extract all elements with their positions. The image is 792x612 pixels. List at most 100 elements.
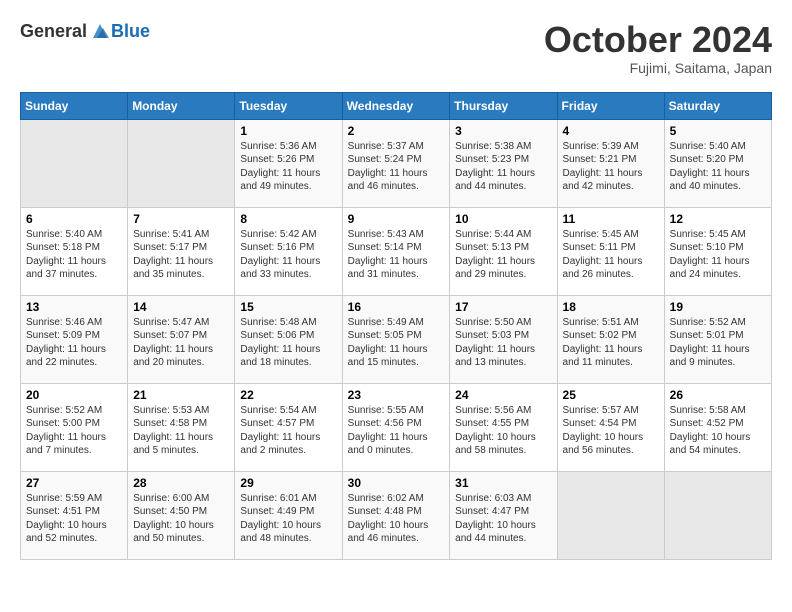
calendar-cell: 25 Sunrise: 5:57 AMSunset: 4:54 PMDayligh… [557, 383, 664, 471]
calendar-cell: 30 Sunrise: 6:02 AMSunset: 4:48 PMDayligh… [342, 471, 450, 559]
calendar-cell: 20 Sunrise: 5:52 AMSunset: 5:00 PMDayligh… [21, 383, 128, 471]
day-number: 13 [26, 300, 122, 314]
week-row-2: 6Sunrise: 5:40 AMSunset: 5:18 PMDaylight… [21, 207, 772, 295]
day-number: 20 [26, 388, 122, 402]
calendar-cell: 13 Sunrise: 5:46 AMSunset: 5:09 PMDayligh… [21, 295, 128, 383]
day-number: 24 [455, 388, 551, 402]
day-info: Sunrise: 5:46 AMSunset: 5:09 PMDaylight:… [26, 316, 122, 370]
day-number: 31 [455, 476, 551, 490]
calendar-cell: 12 Sunrise: 5:45 AMSunset: 5:10 PMDayligh… [664, 207, 771, 295]
header-cell-wednesday: Wednesday [342, 92, 450, 119]
logo-blue-text: Blue [111, 21, 150, 42]
calendar-cell: 27Sunrise: 5:59 AMSunset: 4:51 PMDayligh… [21, 471, 128, 559]
calendar-cell: 29 Sunrise: 6:01 AMSunset: 4:49 PMDayligh… [235, 471, 342, 559]
day-number: 26 [670, 388, 766, 402]
calendar-cell: 9 Sunrise: 5:43 AMSunset: 5:14 PMDaylight… [342, 207, 450, 295]
week-row-4: 20 Sunrise: 5:52 AMSunset: 5:00 PMDayligh… [21, 383, 772, 471]
calendar-cell [557, 471, 664, 559]
calendar-cell: 16Sunrise: 5:49 AMSunset: 5:05 PMDayligh… [342, 295, 450, 383]
calendar-cell: 14 Sunrise: 5:47 AMSunset: 5:07 PMDayligh… [128, 295, 235, 383]
header-cell-sunday: Sunday [21, 92, 128, 119]
day-info: Sunrise: 5:52 AMSunset: 5:01 PMDaylight:… [670, 316, 766, 370]
calendar-cell: 31 Sunrise: 6:03 AMSunset: 4:47 PMDayligh… [450, 471, 557, 559]
calendar-cell: 21 Sunrise: 5:53 AMSunset: 4:58 PMDayligh… [128, 383, 235, 471]
day-number: 16 [348, 300, 445, 314]
calendar-cell: 7 Sunrise: 5:41 AMSunset: 5:17 PMDaylight… [128, 207, 235, 295]
calendar-table: SundayMondayTuesdayWednesdayThursdayFrid… [20, 92, 772, 560]
calendar-cell: 5 Sunrise: 5:40 AMSunset: 5:20 PMDaylight… [664, 119, 771, 207]
day-info: Sunrise: 5:45 AMSunset: 5:10 PMDaylight:… [670, 228, 766, 282]
week-row-3: 13 Sunrise: 5:46 AMSunset: 5:09 PMDayligh… [21, 295, 772, 383]
title-block: October 2024 Fujimi, Saitama, Japan [544, 20, 772, 76]
page-header: General Blue October 2024 Fujimi, Saitam… [20, 20, 772, 76]
day-number: 4 [563, 124, 659, 138]
day-info: Sunrise: 5:55 AMSunset: 4:56 PMDaylight:… [348, 404, 445, 458]
calendar-cell: 22 Sunrise: 5:54 AMSunset: 4:57 PMDayligh… [235, 383, 342, 471]
day-number: 12 [670, 212, 766, 226]
day-number: 29 [240, 476, 336, 490]
day-number: 5 [670, 124, 766, 138]
calendar-cell: 28Sunrise: 6:00 AMSunset: 4:50 PMDayligh… [128, 471, 235, 559]
day-info: Sunrise: 5:45 AMSunset: 5:11 PMDaylight:… [563, 228, 659, 282]
day-number: 22 [240, 388, 336, 402]
day-info: Sunrise: 5:37 AMSunset: 5:24 PMDaylight:… [348, 140, 445, 194]
day-info: Sunrise: 5:38 AMSunset: 5:23 PMDaylight:… [455, 140, 551, 194]
day-number: 9 [348, 212, 445, 226]
header-cell-friday: Friday [557, 92, 664, 119]
calendar-header: SundayMondayTuesdayWednesdayThursdayFrid… [21, 92, 772, 119]
calendar-cell: 23Sunrise: 5:55 AMSunset: 4:56 PMDayligh… [342, 383, 450, 471]
day-number: 11 [563, 212, 659, 226]
calendar-cell: 19 Sunrise: 5:52 AMSunset: 5:01 PMDayligh… [664, 295, 771, 383]
day-info: Sunrise: 6:03 AMSunset: 4:47 PMDaylight:… [455, 492, 551, 546]
day-number: 2 [348, 124, 445, 138]
day-number: 14 [133, 300, 229, 314]
day-number: 19 [670, 300, 766, 314]
logo-general-text: General [20, 21, 87, 42]
day-number: 6 [26, 212, 122, 226]
day-info: Sunrise: 5:50 AMSunset: 5:03 PMDaylight:… [455, 316, 551, 370]
header-cell-saturday: Saturday [664, 92, 771, 119]
calendar-body: 1 Sunrise: 5:36 AMSunset: 5:26 PMDaylight… [21, 119, 772, 559]
calendar-cell: 6Sunrise: 5:40 AMSunset: 5:18 PMDaylight… [21, 207, 128, 295]
day-info: Sunrise: 5:36 AMSunset: 5:26 PMDaylight:… [240, 140, 336, 194]
location: Fujimi, Saitama, Japan [544, 60, 772, 76]
calendar-cell: 17 Sunrise: 5:50 AMSunset: 5:03 PMDayligh… [450, 295, 557, 383]
day-info: Sunrise: 5:52 AMSunset: 5:00 PMDaylight:… [26, 404, 122, 458]
day-number: 7 [133, 212, 229, 226]
header-cell-thursday: Thursday [450, 92, 557, 119]
day-info: Sunrise: 5:47 AMSunset: 5:07 PMDaylight:… [133, 316, 229, 370]
logo: General Blue [20, 20, 150, 42]
day-info: Sunrise: 5:54 AMSunset: 4:57 PMDaylight:… [240, 404, 336, 458]
day-number: 1 [240, 124, 336, 138]
month-title: October 2024 [544, 20, 772, 60]
calendar-cell [664, 471, 771, 559]
day-number: 17 [455, 300, 551, 314]
calendar-cell: 4 Sunrise: 5:39 AMSunset: 5:21 PMDaylight… [557, 119, 664, 207]
header-cell-tuesday: Tuesday [235, 92, 342, 119]
calendar-cell [128, 119, 235, 207]
day-number: 28 [133, 476, 229, 490]
day-info: Sunrise: 5:57 AMSunset: 4:54 PMDaylight:… [563, 404, 659, 458]
day-number: 18 [563, 300, 659, 314]
day-number: 8 [240, 212, 336, 226]
calendar-cell: 10Sunrise: 5:44 AMSunset: 5:13 PMDayligh… [450, 207, 557, 295]
calendar-cell: 11 Sunrise: 5:45 AMSunset: 5:11 PMDayligh… [557, 207, 664, 295]
day-info: Sunrise: 5:51 AMSunset: 5:02 PMDaylight:… [563, 316, 659, 370]
day-number: 21 [133, 388, 229, 402]
week-row-5: 27Sunrise: 5:59 AMSunset: 4:51 PMDayligh… [21, 471, 772, 559]
header-row: SundayMondayTuesdayWednesdayThursdayFrid… [21, 92, 772, 119]
day-number: 30 [348, 476, 445, 490]
day-info: Sunrise: 6:02 AMSunset: 4:48 PMDaylight:… [348, 492, 445, 546]
day-info: Sunrise: 5:43 AMSunset: 5:14 PMDaylight:… [348, 228, 445, 282]
day-info: Sunrise: 5:40 AMSunset: 5:20 PMDaylight:… [670, 140, 766, 194]
day-info: Sunrise: 5:39 AMSunset: 5:21 PMDaylight:… [563, 140, 659, 194]
logo-icon [89, 20, 111, 42]
calendar-cell: 24Sunrise: 5:56 AMSunset: 4:55 PMDayligh… [450, 383, 557, 471]
day-number: 10 [455, 212, 551, 226]
day-info: Sunrise: 6:01 AMSunset: 4:49 PMDaylight:… [240, 492, 336, 546]
day-info: Sunrise: 5:53 AMSunset: 4:58 PMDaylight:… [133, 404, 229, 458]
day-info: Sunrise: 5:48 AMSunset: 5:06 PMDaylight:… [240, 316, 336, 370]
day-info: Sunrise: 5:41 AMSunset: 5:17 PMDaylight:… [133, 228, 229, 282]
calendar-cell: 3Sunrise: 5:38 AMSunset: 5:23 PMDaylight… [450, 119, 557, 207]
day-number: 25 [563, 388, 659, 402]
